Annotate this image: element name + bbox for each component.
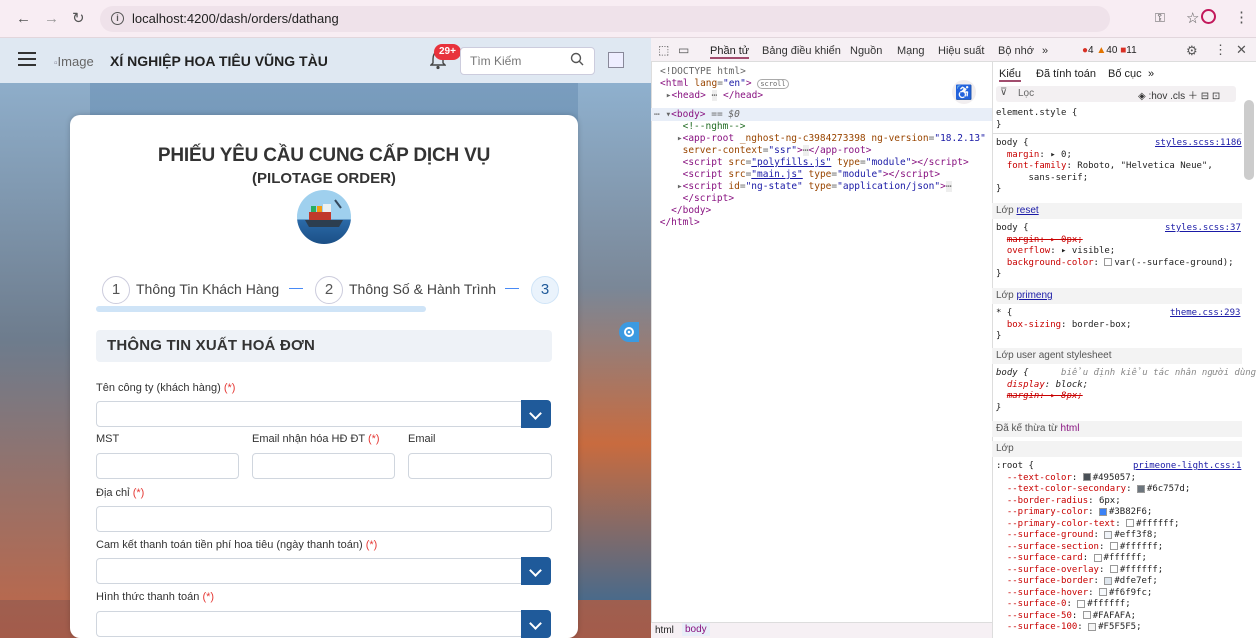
tab-network[interactable]: Mạng — [897, 45, 925, 57]
einvoice-email-input[interactable] — [252, 453, 395, 479]
style-toggles[interactable]: ◈ :hov .cls ＋ ⊟ ⊡ — [1138, 87, 1220, 102]
dom-tree-body[interactable]: ⋯ ▾<body> == $0 <!--nghm--> ▸<app-root _… — [654, 109, 1009, 229]
tax-code-label: MST — [96, 433, 120, 445]
menu-dots-icon[interactable]: ⋮ — [1234, 8, 1249, 26]
source-link[interactable]: styles.scss:37 — [1165, 223, 1241, 235]
notification-badge: 29+ — [434, 44, 461, 60]
user-avatar-broken-image[interactable] — [608, 52, 624, 68]
step-separator: — — [289, 279, 303, 295]
tab-performance[interactable]: Hiệu suất — [938, 45, 984, 57]
divider — [992, 133, 1242, 134]
section-title: THÔNG TIN XUẤT HOÁ ĐƠN — [107, 337, 316, 354]
tab-layout[interactable]: Bố cục — [1108, 68, 1142, 80]
payment-commit-dropdown[interactable] — [96, 558, 524, 584]
back-icon[interactable]: ← — [16, 10, 31, 28]
layer-primeng-header: Lớp primeng — [992, 288, 1242, 304]
email-input[interactable] — [408, 453, 552, 479]
forward-icon[interactable]: → — [44, 10, 59, 28]
payment-commit-label: Cam kết thanh toán tiền phí hoa tiêu (ng… — [96, 539, 378, 551]
brand-name: XÍ NGHIỆP HOA TIÊU VŨNG TÀU — [110, 53, 328, 69]
tab-more-styles[interactable]: » — [1148, 68, 1154, 80]
address-input[interactable] — [96, 506, 552, 532]
source-link[interactable]: theme.css:293 — [1170, 308, 1240, 320]
site-info-icon[interactable]: i — [111, 12, 124, 25]
search-placeholder: Tìm Kiếm — [470, 54, 522, 68]
tab-styles[interactable]: Kiểu — [999, 68, 1022, 82]
step-1-label[interactable]: Thông Tin Khách Hàng — [136, 281, 279, 297]
issue-counters[interactable]: ●4 ▲40 ■11 — [1082, 45, 1137, 56]
inspect-element-icon[interactable]: ⬚ — [658, 43, 669, 57]
tab-console[interactable]: Bảng điều khiển — [762, 45, 841, 57]
url-text[interactable]: localhost:4200/dash/orders/dathang — [132, 11, 339, 26]
tab-elements[interactable]: Phần tử — [710, 45, 750, 59]
tab-computed[interactable]: Đã tính toán — [1036, 68, 1096, 80]
rule-element-style[interactable]: element.style { } — [996, 108, 1077, 131]
rule-root-vars[interactable]: :root { --text-color: #495057; --text-co… — [996, 461, 1190, 634]
company-dropdown[interactable] — [96, 401, 524, 427]
payment-method-dropdown[interactable] — [96, 611, 524, 637]
step-3-number[interactable]: 3 — [531, 276, 559, 304]
rule-ua-body[interactable]: body { biểu định kiểu tác nhân người dùn… — [996, 368, 1256, 414]
breadcrumb-body[interactable]: body — [682, 623, 710, 636]
config-gear-icon[interactable] — [619, 322, 639, 342]
source-link[interactable]: primeone-light.css:1 — [1133, 461, 1241, 473]
form-title: PHIẾU YÊU CẦU CUNG CẤP DỊCH VỤ — [157, 145, 491, 166]
search-icon[interactable] — [570, 52, 584, 66]
profile-icon[interactable] — [1201, 9, 1216, 24]
filter-icon: ⊽ — [1000, 87, 1008, 98]
step-2-number[interactable]: 2 — [315, 276, 343, 304]
company-dropdown-chevron-icon[interactable] — [521, 400, 551, 428]
tab-memory[interactable]: Bộ nhớ — [998, 45, 1034, 57]
rule-universal[interactable]: * { box-sizing: border-box; } — [996, 308, 1131, 343]
form-subtitle: (PILOTAGE ORDER) — [252, 170, 396, 187]
email-label: Email — [408, 433, 436, 445]
step-progress-bar — [96, 306, 426, 312]
payment-method-label: Hình thức thanh toán (*) — [96, 591, 215, 603]
devtools-menu-icon[interactable]: ⋮ — [1214, 42, 1227, 58]
layer-ua-header: Lớp user agent stylesheet — [992, 348, 1242, 364]
ship-logo-icon — [297, 190, 351, 244]
tab-more[interactable]: » — [1042, 45, 1048, 57]
layer-reset-header: Lớp reset — [992, 203, 1242, 219]
inherited-header: Đã kế thừa từ html — [992, 421, 1242, 437]
breadcrumb-html[interactable]: html — [655, 625, 674, 636]
tax-code-input[interactable] — [96, 453, 239, 479]
device-toggle-icon[interactable]: ▭ — [678, 43, 689, 57]
password-key-icon[interactable]: ⚿ — [1155, 10, 1165, 26]
styles-scrollbar[interactable] — [1244, 100, 1254, 180]
address-label: Địa chỉ (*) — [96, 487, 145, 499]
layer-header: Lớp — [992, 441, 1242, 457]
dom-tree[interactable]: <!DOCTYPE html> <html lang="en"> scroll … — [660, 66, 789, 102]
payment-method-chevron-icon[interactable] — [521, 610, 551, 638]
step-2-label[interactable]: Thông Số & Hành Trình — [349, 281, 496, 297]
devtools-settings-icon[interactable]: ⚙ — [1186, 43, 1198, 59]
einvoice-email-label: Email nhận hóa HĐ ĐT (*) — [252, 433, 380, 445]
bookmark-star-icon[interactable]: ☆ — [1186, 9, 1199, 27]
background-photo-right — [578, 80, 651, 600]
company-label: Tên công ty (khách hàng) (*) — [96, 382, 236, 394]
tab-sources[interactable]: Nguồn — [850, 45, 882, 57]
step-separator: — — [505, 279, 519, 295]
step-1-number[interactable]: 1 — [102, 276, 130, 304]
source-link[interactable]: styles.scss:1186 — [1155, 138, 1242, 150]
close-icon[interactable]: ✕ — [1236, 42, 1247, 58]
reload-icon[interactable]: ↻ — [72, 10, 85, 28]
brand-logo-broken-image: ▫Image — [54, 54, 94, 69]
hamburger-menu-icon[interactable] — [18, 52, 36, 66]
filter-placeholder: Lọc — [1018, 88, 1035, 99]
payment-commit-chevron-icon[interactable] — [521, 557, 551, 585]
accessibility-icon[interactable]: ♿ — [952, 80, 976, 104]
